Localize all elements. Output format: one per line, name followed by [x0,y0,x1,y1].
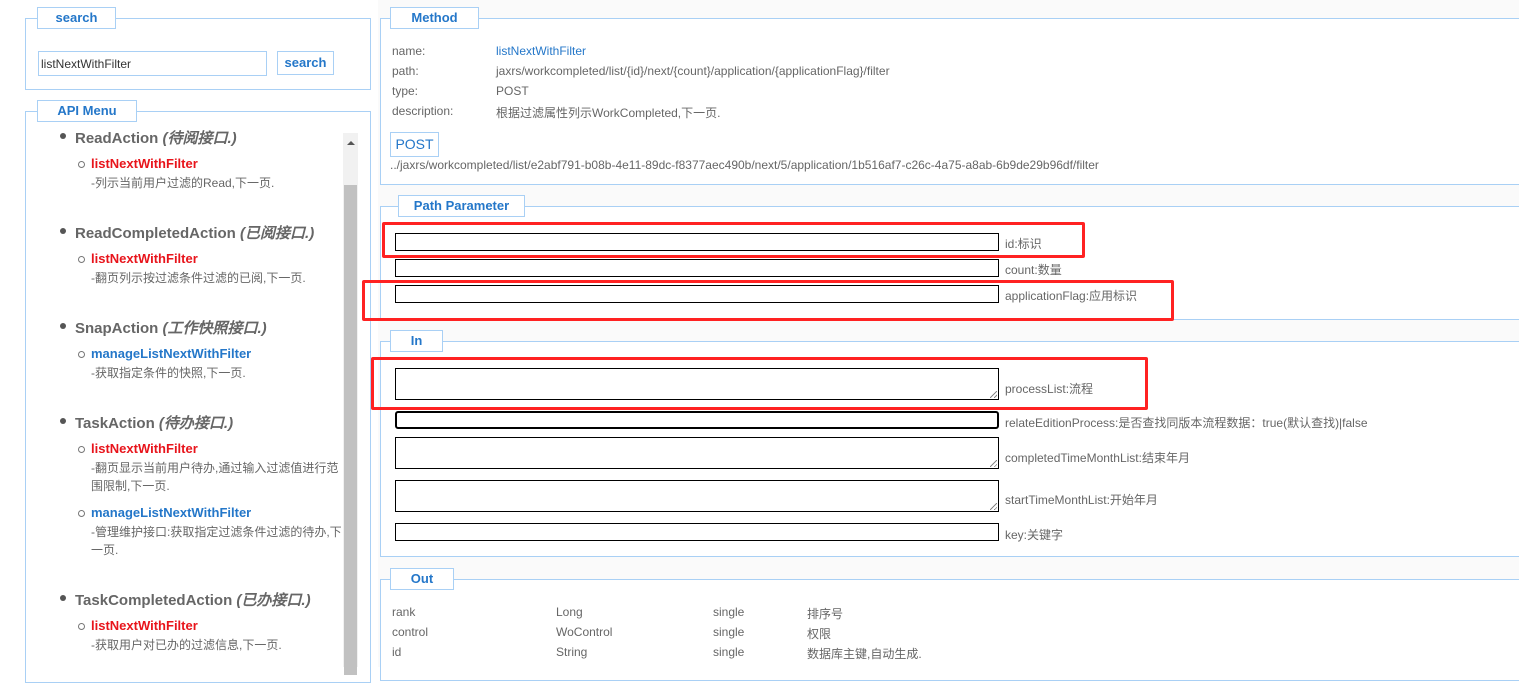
name-label: name: [392,44,426,58]
group-note: (待办接口.) [158,415,234,432]
scrollbar-thumb[interactable] [344,185,357,675]
menu-desc: -管理维护接口:获取指定过滤条件过滤的待办,下一页. [91,525,342,557]
group-name: ReadCompletedAction [75,225,236,242]
out-field-name: control [392,625,429,639]
out-field-cardinality: single [713,625,745,639]
start-time-month-list-label: startTimeMonthList:开始年月 [1005,493,1158,507]
path-parameter-legend: Path Parameter [398,195,525,217]
method-legend: Method [390,7,479,29]
group-name: TaskCompletedAction [75,592,233,609]
menu-scrollbar[interactable] [343,133,358,675]
request-url: ../jaxrs/workcompleted/list/e2abf791-b08… [390,158,1099,172]
menu-link[interactable]: manageListNextWithFilter [91,346,251,361]
completed-time-month-list-label: completedTimeMonthList:结束年月 [1005,451,1190,465]
search-button[interactable]: search [277,51,334,75]
description-value: 根据过滤属性列示WorkCompleted,下一页. [496,106,721,120]
group-note: (待阅接口.) [162,130,237,147]
relate-edition-process-label: relateEditionProcess:是否查找同版本流程数据：true(默认… [1005,416,1368,430]
circle-icon [78,446,85,453]
group-note: (已办接口.) [236,592,311,609]
name-value: listNextWithFilter [496,44,587,58]
scroll-up-icon[interactable] [347,141,355,145]
menu-link[interactable]: listNextWithFilter [91,441,198,456]
menu-list: ReadAction (待阅接口.) listNextWithFilter -列… [0,124,342,667]
count-input[interactable] [395,259,999,277]
out-field-type: String [556,645,588,659]
group-name: TaskAction [75,415,155,432]
bullet-icon [60,133,66,139]
relate-edition-process-input[interactable] [395,411,999,429]
menu-group-task[interactable]: TaskAction (待办接口.) [75,412,233,433]
out-panel [380,579,1519,681]
out-field-cardinality: single [713,605,745,619]
menu-link[interactable]: listNextWithFilter [91,618,198,633]
out-field-type: WoControl [556,625,613,639]
menu-desc: -翻页列示按过滤条件过滤的已阅,下一页. [91,271,306,285]
menu-desc: -翻页显示当前用户待办,通过输入过滤值进行范围限制,下一页. [91,461,339,493]
type-value: POST [496,84,529,98]
menu-desc: -获取用户对已办的过滤信息,下一页. [91,638,282,652]
key-input[interactable] [395,523,999,541]
out-field-cardinality: single [713,645,745,659]
circle-icon [78,510,85,517]
description-label: description: [392,104,454,118]
menu-group-readcompleted[interactable]: ReadCompletedAction (已阅接口.) [75,222,314,243]
group-note: (已阅接口.) [240,225,315,242]
count-label: count:数量 [1005,263,1062,277]
bullet-icon [60,418,66,424]
menu-group-taskcompleted[interactable]: TaskCompletedAction (已办接口.) [75,589,311,610]
circle-icon [78,351,85,358]
out-field-desc: 权限 [807,627,832,641]
bullet-icon [60,228,66,234]
out-field-name: id [392,645,402,659]
circle-icon [78,623,85,630]
resize-grip-icon[interactable] [990,503,997,510]
group-note: (工作快照接口.) [162,320,267,337]
post-button[interactable]: POST [390,132,439,157]
out-field-type: Long [556,605,583,619]
in-legend: In [390,330,443,352]
api-menu-legend: API Menu [37,100,137,122]
menu-link[interactable]: manageListNextWithFilter [91,505,251,520]
menu-group-read[interactable]: ReadAction (待阅接口.) [75,127,237,148]
path-label: path: [392,64,419,78]
completed-time-month-list-textarea[interactable] [395,437,999,469]
out-legend: Out [390,568,454,590]
menu-desc: -获取指定条件的快照,下一页. [91,366,246,380]
key-label: key:关键字 [1005,528,1064,542]
search-legend: search [37,7,116,29]
highlight-box-application-flag [362,280,1174,321]
out-field-name: rank [392,605,416,619]
group-name: SnapAction [75,320,159,337]
bullet-icon [60,323,66,329]
resize-grip-icon[interactable] [990,460,997,467]
search-input[interactable] [38,51,267,76]
menu-group-snap[interactable]: SnapAction (工作快照接口.) [75,317,267,338]
start-time-month-list-textarea[interactable] [395,480,999,512]
circle-icon [78,256,85,263]
menu-desc: -列示当前用户过滤的Read,下一页. [91,176,275,190]
highlight-box-process-list [371,357,1148,410]
menu-link[interactable]: listNextWithFilter [91,156,198,171]
group-name: ReadAction [75,130,159,147]
bullet-icon [60,595,66,601]
circle-icon [78,161,85,168]
path-value: jaxrs/workcompleted/list/{id}/next/{coun… [496,64,890,78]
type-label: type: [392,84,419,98]
out-field-desc: 数据库主键,自动生成. [807,647,922,661]
out-field-desc: 排序号 [807,607,844,621]
menu-link[interactable]: listNextWithFilter [91,251,198,266]
highlight-box-id [382,222,1085,258]
